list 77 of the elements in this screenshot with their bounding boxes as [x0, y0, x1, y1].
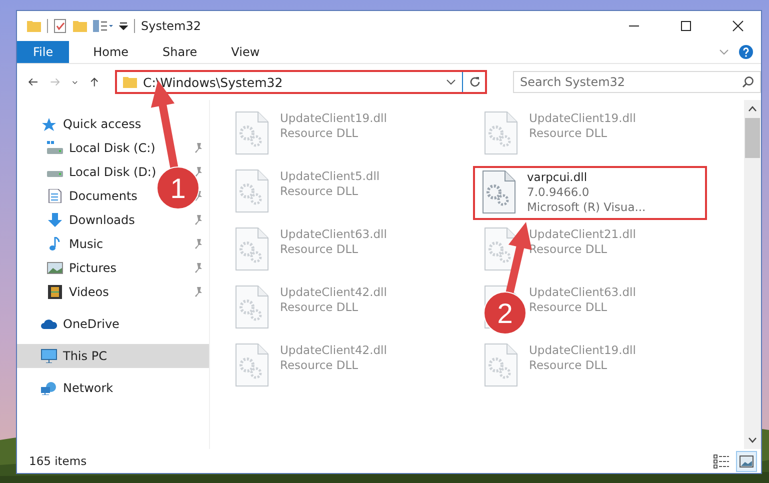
file-detail: Resource DLL [280, 242, 360, 257]
folder-icon [122, 76, 137, 88]
file-menu-button[interactable]: File [17, 41, 70, 63]
back-arrow-icon[interactable] [28, 76, 38, 88]
refresh-icon[interactable] [468, 76, 481, 88]
cloud-icon [41, 317, 57, 331]
pin-icon[interactable] [193, 143, 203, 153]
pin-icon[interactable] [193, 167, 203, 177]
pin-icon[interactable] [193, 263, 203, 273]
scroll-up-icon[interactable] [748, 106, 757, 112]
down-arrow-icon [47, 213, 63, 227]
file-detail: Resource DLL [280, 126, 360, 141]
search-field[interactable]: Search System32 [512, 71, 761, 93]
drive-icon [47, 141, 63, 155]
view-button[interactable] [736, 450, 757, 472]
window-title: System32 [141, 19, 202, 33]
file-name: UpdateClient63.dll [280, 227, 387, 242]
ribbon-tab[interactable]: Home [79, 41, 143, 63]
sidebar-item[interactable]: Documents [23, 184, 142, 208]
scroll-down-icon[interactable] [748, 437, 757, 443]
sidebar-item[interactable]: Quick access [17, 112, 146, 136]
file-detail: Resource DLL [280, 300, 360, 315]
file-detail: Resource DLL [529, 358, 608, 373]
network-icon [41, 381, 57, 395]
ribbon-tab[interactable]: View [217, 41, 274, 63]
chevron-down-icon[interactable] [446, 79, 456, 85]
ribbon-tab[interactable]: Share [148, 41, 212, 63]
sidebar-item[interactable]: Downloads [23, 208, 139, 232]
sidebar-item[interactable]: Music [23, 232, 108, 256]
file-name: UpdateClient63.dll [529, 285, 636, 300]
sidebar-item[interactable]: Pictures [23, 256, 121, 280]
sidebar-item[interactable]: This PC [17, 344, 209, 368]
address-field[interactable]: C:\Windows\System32 [114, 70, 487, 94]
item-count: 165 items [29, 454, 87, 468]
file-detail: Resource DLL [529, 300, 608, 315]
chevron-down-icon[interactable] [72, 80, 78, 84]
address-path: C:\Windows\System32 [142, 74, 284, 90]
step-badge: 2 [484, 292, 526, 334]
pin-icon[interactable] [193, 215, 203, 225]
star-icon [41, 117, 57, 131]
help-icon[interactable] [739, 45, 753, 59]
maximize-icon[interactable] [680, 20, 692, 32]
file-name: UpdateClient19.dll [529, 343, 636, 358]
document-icon [47, 189, 63, 203]
image-icon [47, 261, 63, 275]
layout-icon[interactable] [93, 20, 113, 32]
up-arrow-icon[interactable] [90, 75, 99, 89]
file-name: UpdateClient42.dll [280, 343, 387, 358]
file-name: UpdateClient21.dll [529, 227, 636, 242]
file-name: UpdateClient19.dll [280, 111, 387, 126]
step-badge: 1 [156, 166, 200, 210]
film-strip-icon [47, 285, 63, 299]
file-detail: Microsoft (R) Visua... [527, 200, 646, 215]
sidebar-item[interactable]: Local Disk (C:) [23, 136, 160, 160]
large-icons-view-icon [738, 452, 755, 470]
monitor-icon [41, 349, 57, 363]
file-name: UpdateClient5.dll [280, 169, 380, 184]
file-name: UpdateClient19.dll [529, 111, 636, 126]
file-detail: Resource DLL [280, 184, 360, 199]
sidebar-item[interactable]: OneDrive [17, 312, 124, 336]
file-detail: Resource DLL [529, 126, 608, 141]
file-detail: Resource DLL [529, 242, 608, 257]
file-item[interactable]: varpcui.dll 7.0.9466.0 Microsoft (R) Visua... [473, 166, 707, 220]
sidebar-item[interactable]: Network [17, 376, 118, 400]
pin-icon[interactable] [193, 239, 203, 249]
file-detail: Resource DLL [280, 358, 360, 373]
search-icon [742, 76, 754, 88]
sidebar-item[interactable]: Videos [23, 280, 113, 304]
close-icon[interactable] [732, 20, 744, 32]
dropdown-icon[interactable] [119, 22, 128, 30]
file-name: varpcui.dll [527, 170, 588, 185]
scrollbar-thumb[interactable] [745, 118, 760, 158]
properties-icon[interactable] [54, 19, 67, 33]
file-detail: 7.0.9466.0 [527, 185, 590, 200]
file-name: UpdateClient42.dll [280, 285, 387, 300]
pin-icon[interactable] [193, 287, 203, 297]
details-view-icon [713, 452, 730, 470]
